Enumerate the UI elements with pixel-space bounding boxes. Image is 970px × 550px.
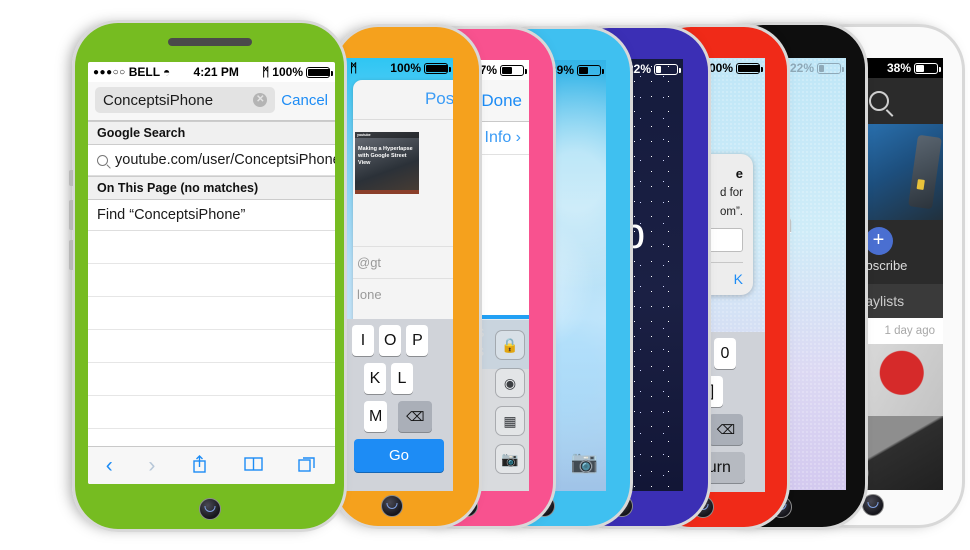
post-button[interactable]: Post (353, 80, 453, 120)
battery-group: 38% (886, 61, 941, 75)
battery-group: 39% (550, 63, 604, 77)
find-text: Find “ConceptsiPhone” (97, 207, 246, 223)
section-header-google: Google Search (88, 121, 335, 145)
phone-orange[interactable]: ᛗ 100% Post youtube Making a Hyperlapse … (332, 24, 482, 529)
wifi-icon: ◓ (163, 65, 171, 79)
list-item (88, 231, 335, 264)
battery-icon (914, 62, 941, 74)
go-key[interactable]: Go (354, 439, 444, 472)
scene-canvas: ✶ 38% + Subscribe Playlists 1 day ago (0, 0, 970, 550)
list-item (88, 396, 335, 429)
safari-toolbar[interactable]: ‹ › (88, 446, 335, 484)
list-item (88, 330, 335, 363)
status-bar-green: ●●●○○ BELL ◓ 4:21 PM ᛗ 100% (88, 62, 335, 82)
share-icon[interactable] (191, 454, 208, 478)
battery-icon (306, 66, 333, 78)
back-button[interactable]: ‹ (106, 455, 113, 476)
keyboard-row-1: I O P (348, 325, 450, 356)
keyboard-orange[interactable]: I O P K L M ⌫ Go (345, 319, 453, 491)
plus-icon[interactable]: + (864, 227, 893, 255)
bluetooth-icon: ᛗ (262, 65, 270, 79)
list-item (88, 363, 335, 396)
done-button[interactable]: Done (481, 91, 522, 111)
thumbnail-source: youtube (355, 132, 419, 138)
carrier-name: BELL (128, 65, 161, 79)
key-i[interactable]: I (352, 325, 374, 356)
delete-key[interactable]: ⌫ (398, 401, 433, 432)
key-l[interactable]: L (391, 363, 413, 394)
battery-group: 100% (390, 61, 451, 75)
compose-card[interactable]: Post youtube Making a Hyperlapse with Go… (353, 80, 453, 330)
signal-dots: ●●●○○ (93, 66, 126, 78)
key-o[interactable]: O (379, 325, 402, 356)
keyboard-row-3: M ⌫ (348, 401, 450, 432)
search-input-value: ConceptsiPhone (103, 91, 214, 109)
status-bar-orange: ᛗ 100% (345, 58, 453, 78)
cancel-button[interactable]: Cancel (281, 92, 328, 109)
battery-icon (654, 63, 681, 75)
home-button-green[interactable] (198, 498, 221, 520)
battery-icon (817, 62, 844, 74)
list-item (88, 264, 335, 297)
signal-group: ●●●○○ BELL ◓ (93, 65, 170, 79)
phone-green-screen[interactable]: ●●●○○ BELL ◓ 4:21 PM ᛗ 100% ConceptsiPho… (88, 62, 335, 484)
camera-icon[interactable]: 📷 (571, 449, 598, 475)
safari-search-bar[interactable]: ConceptsiPhone ✕ Cancel (88, 82, 335, 121)
find-on-page-row[interactable]: Find “ConceptsiPhone” (88, 200, 335, 231)
clear-icon[interactable]: ✕ (253, 93, 268, 107)
chevron-right-icon: › (515, 129, 521, 146)
key-0[interactable]: 0 (714, 338, 736, 369)
keyboard-row-4: Go (348, 439, 450, 472)
timer-icon[interactable]: ◉ (495, 368, 525, 398)
compose-location-row[interactable]: lone › (353, 278, 453, 310)
search-input[interactable]: ConceptsiPhone ✕ (95, 87, 276, 113)
phone-green[interactable]: ●●●○○ BELL ◓ 4:21 PM ᛗ 100% ConceptsiPho… (69, 20, 347, 532)
banner-device-2 (908, 134, 942, 210)
home-button-orange[interactable] (381, 495, 403, 517)
suggestion-text: youtube.com/user/ConceptsiPhone (115, 152, 335, 168)
battery-group: ᛗ 100% (262, 65, 333, 79)
delete-key[interactable]: ⌫ (709, 414, 743, 445)
key-k[interactable]: K (364, 363, 386, 394)
card-spacer (353, 194, 453, 246)
mute-switch[interactable] (69, 170, 73, 186)
battery-icon (577, 64, 604, 76)
bluetooth-icon: ᛗ (350, 61, 358, 75)
tabs-icon[interactable] (298, 455, 317, 476)
link-thumbnail[interactable]: youtube Making a Hyperlapse with Google … (355, 132, 419, 194)
battery-icon (500, 64, 527, 76)
list-item (88, 297, 335, 330)
battery-icon (424, 62, 451, 74)
search-icon (97, 154, 108, 166)
search-icon[interactable] (868, 91, 889, 111)
battery-percent: 100% (272, 65, 303, 79)
account-handle: @gt (357, 255, 382, 270)
thumbnail-caption: Making a Hyperlapse with Google Street V… (358, 146, 413, 166)
section-header-onpage: On This Page (no matches) (88, 176, 335, 200)
key-m[interactable]: M (364, 401, 388, 432)
battery-group: 22% (627, 62, 681, 76)
clock-time: 4:21 PM (193, 65, 239, 79)
calculator-icon[interactable]: ▦ (495, 406, 525, 436)
flashlight-icon[interactable]: 🔒 (495, 330, 525, 360)
compose-account-row[interactable]: @gt › (353, 246, 453, 278)
forward-button[interactable]: › (148, 455, 155, 476)
battery-percent: 22% (789, 61, 814, 75)
thumbnail-progress (355, 190, 419, 194)
keyboard-row-2: K L (348, 363, 450, 394)
camera-icon[interactable]: 📷 (495, 444, 525, 474)
info-label: Info (484, 129, 512, 146)
battery-icon (736, 62, 763, 74)
volume-down-button[interactable] (69, 240, 73, 270)
earpiece-speaker (167, 38, 252, 46)
battery-percent: 100% (390, 61, 421, 75)
key-p[interactable]: P (406, 325, 429, 356)
battery-group: 22% (789, 61, 844, 75)
suggestion-row[interactable]: youtube.com/user/ConceptsiPhone (88, 145, 335, 176)
volume-up-button[interactable] (69, 200, 73, 230)
book-icon[interactable] (243, 455, 263, 476)
phone-orange-screen[interactable]: ᛗ 100% Post youtube Making a Hyperlapse … (345, 58, 453, 491)
battery-percent: 38% (886, 61, 911, 75)
location-label: lone (357, 287, 382, 302)
